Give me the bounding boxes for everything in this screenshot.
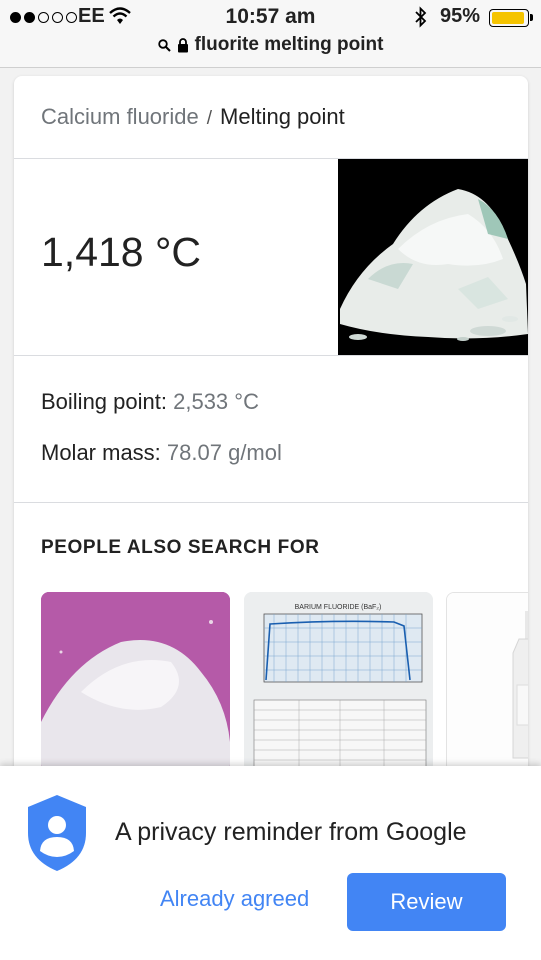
related-item-thumbnail[interactable]: BARIUM FLUORIDE (BaF₂) <box>244 592 433 772</box>
breadcrumb-parent-link[interactable]: Calcium fluoride <box>41 104 199 129</box>
address-bar[interactable]: fluorite melting point <box>0 34 541 56</box>
battery-percentage: 95% <box>440 5 481 27</box>
privacy-message: A privacy reminder from Google <box>115 818 467 846</box>
already-agreed-link[interactable]: Already agreed <box>160 886 309 912</box>
privacy-shield-icon <box>28 795 86 871</box>
related-item-thumbnail[interactable] <box>446 592 528 772</box>
fact-label: Molar mass: <box>41 440 161 465</box>
breadcrumb-current: Melting point <box>220 104 345 129</box>
people-also-search-heading: PEOPLE ALSO SEARCH FOR <box>41 537 320 558</box>
divider <box>14 502 528 503</box>
fact-value: 78.07 g/mol <box>166 440 282 465</box>
answer-value: 1,418 °C <box>41 229 201 275</box>
status-bar: EE 10:57 am 95% <box>0 0 541 34</box>
bluetooth-icon <box>415 6 427 28</box>
chart-title: BARIUM FLUORIDE (BaF₂) <box>295 604 382 611</box>
privacy-reminder-sheet: A privacy reminder from Google Already a… <box>0 766 541 960</box>
url-query: fluorite melting point <box>194 34 384 55</box>
knowledge-card: Calcium fluoride / Melting point 1,418 °C … <box>14 76 528 796</box>
fact-row-molar-mass[interactable]: Molar mass: 78.07 g/mol <box>41 440 282 466</box>
calcium-fluoride-image[interactable] <box>338 159 528 355</box>
fact-value: 2,533 °C <box>173 389 259 414</box>
breadcrumb: Calcium fluoride / Melting point <box>41 104 345 130</box>
search-icon <box>157 38 171 52</box>
review-button[interactable]: Review <box>347 873 506 931</box>
divider <box>14 355 528 356</box>
related-item-thumbnail[interactable] <box>41 592 230 772</box>
fact-label: Boiling point: <box>41 389 167 414</box>
breadcrumb-separator: / <box>206 108 213 129</box>
fact-row-boiling-point[interactable]: Boiling point: 2,533 °C <box>41 389 259 415</box>
battery-icon <box>489 9 533 27</box>
browser-top-bar: EE 10:57 am 95% fluorite melting point <box>0 0 541 68</box>
lock-icon <box>177 37 188 52</box>
